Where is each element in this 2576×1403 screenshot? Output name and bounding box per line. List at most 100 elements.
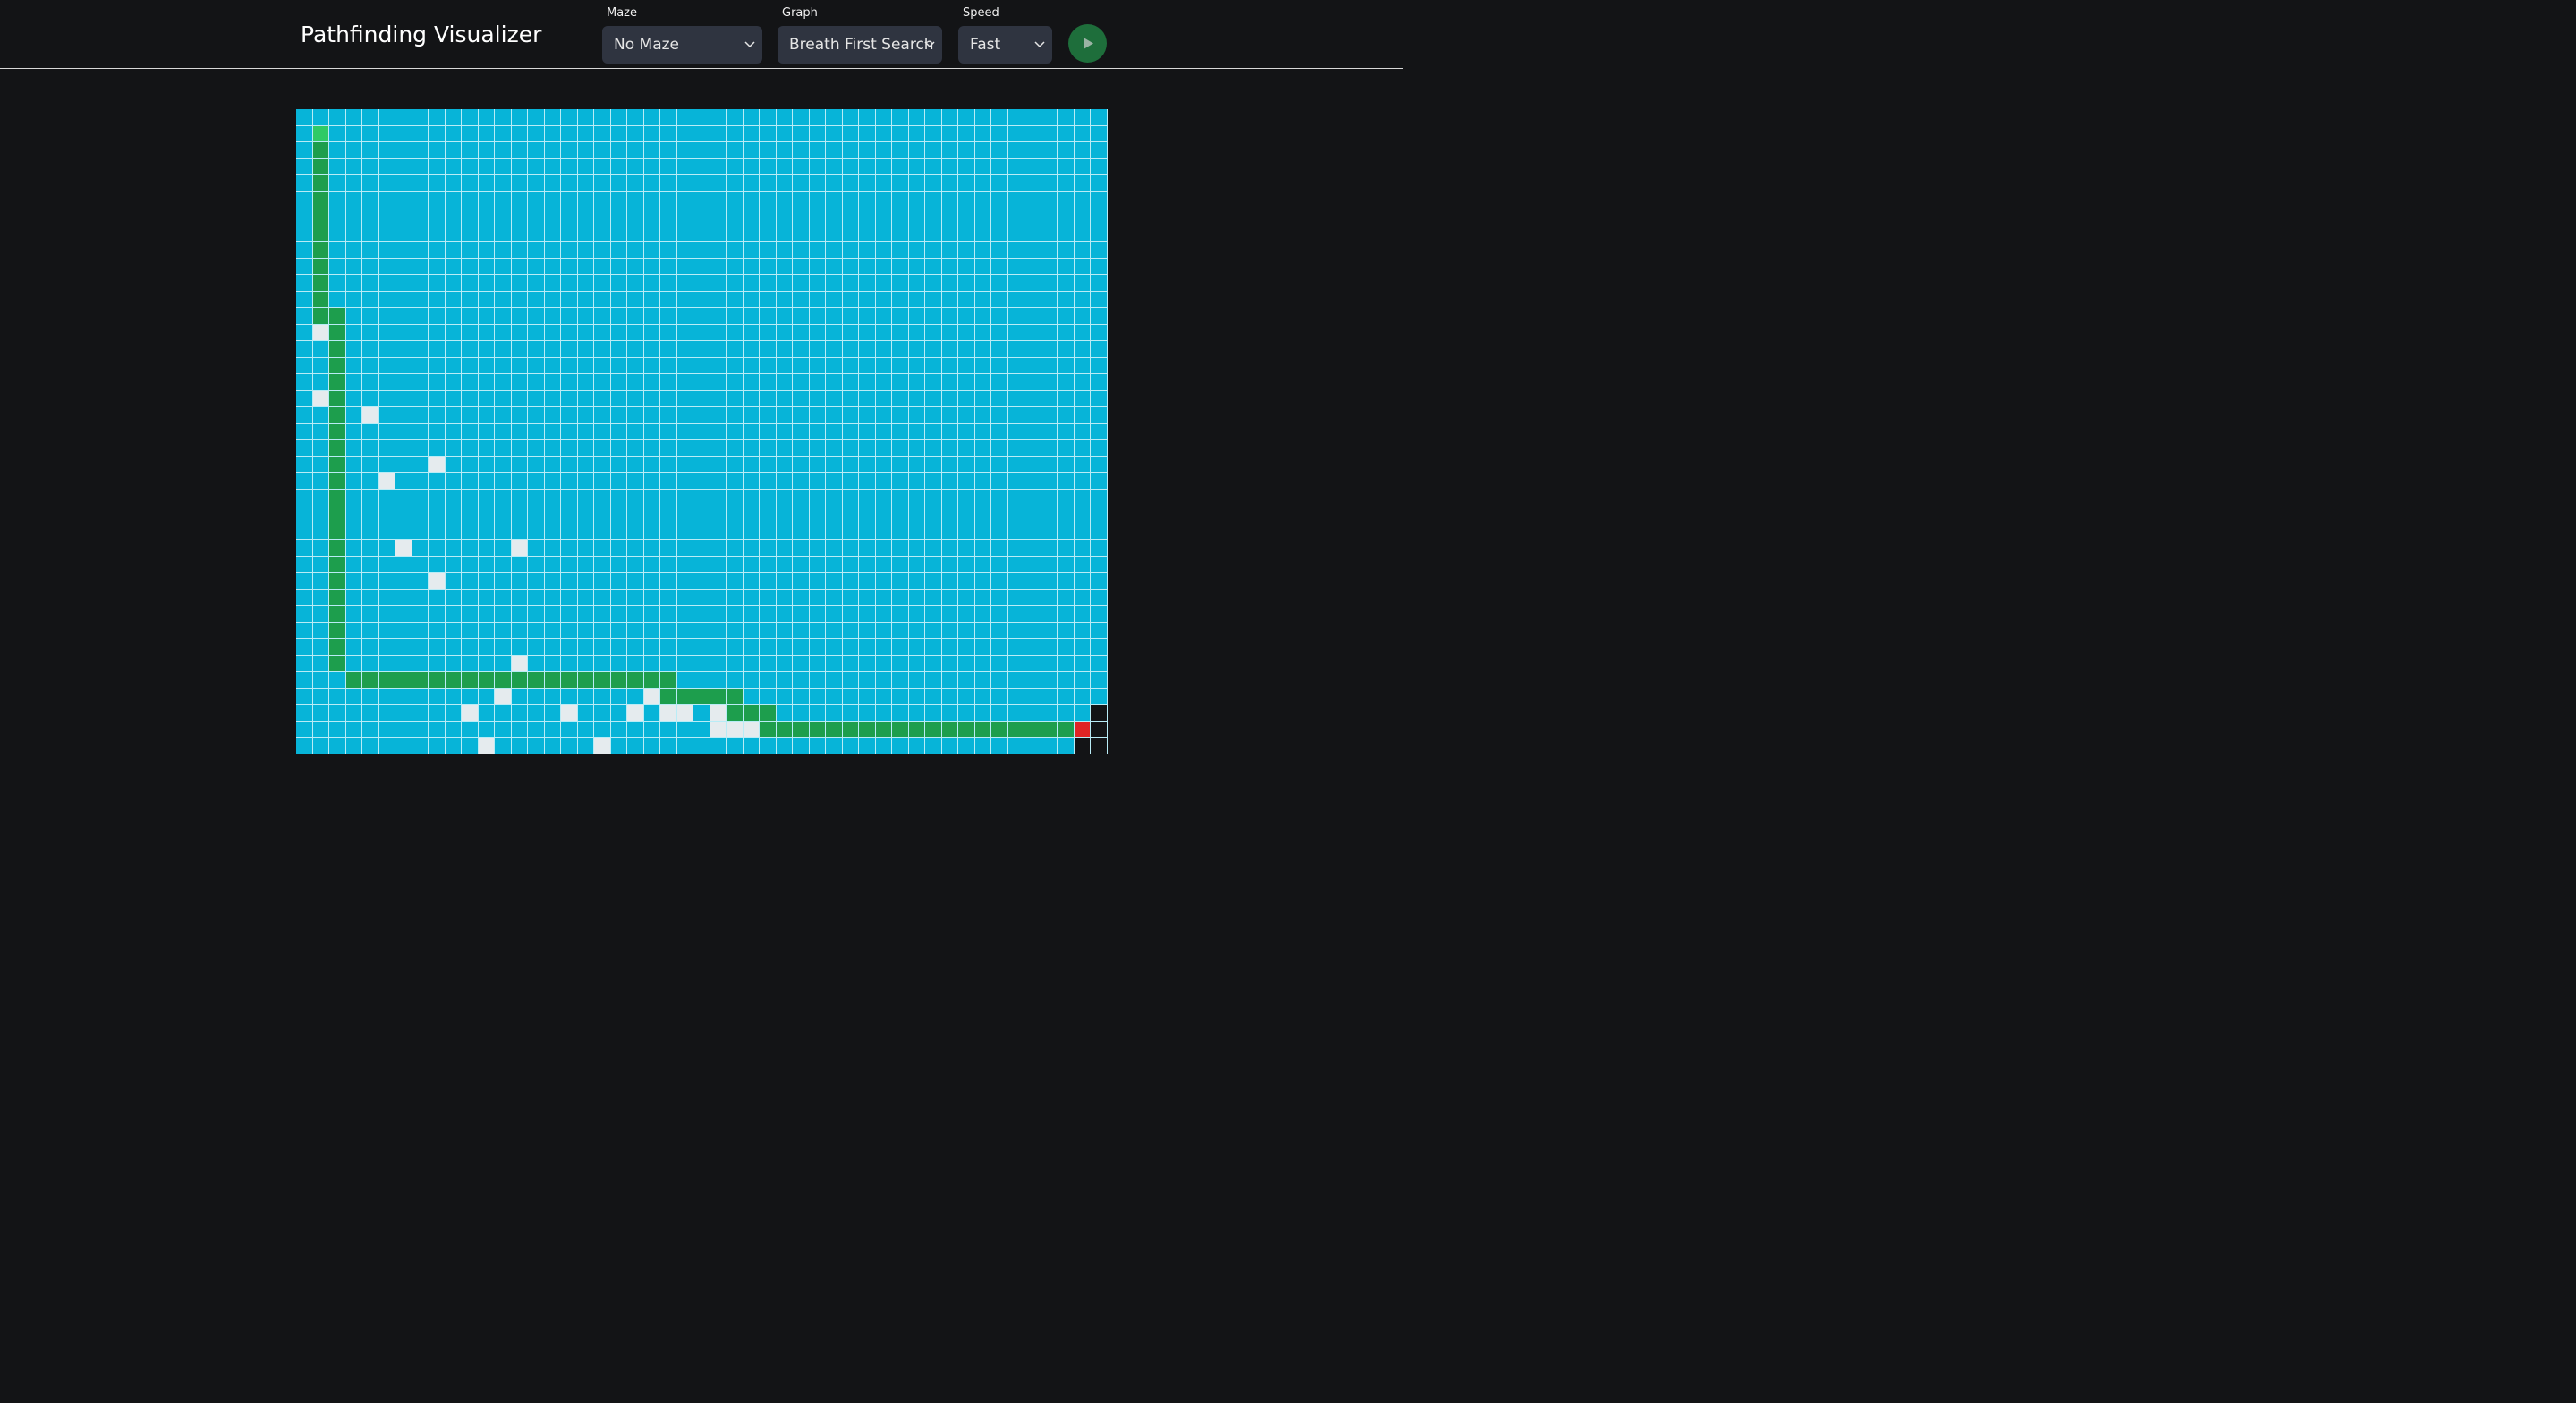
grid-cell[interactable] — [296, 109, 313, 126]
grid-cell[interactable] — [958, 672, 975, 689]
grid-cell[interactable] — [941, 258, 958, 275]
grid-cell[interactable] — [842, 175, 859, 192]
grid-cell[interactable] — [859, 109, 876, 126]
grid-cell[interactable] — [345, 688, 362, 705]
grid-cell[interactable] — [676, 390, 693, 407]
grid-cell[interactable] — [1041, 606, 1058, 623]
grid-cell[interactable] — [643, 374, 660, 391]
grid-cell[interactable] — [511, 125, 528, 142]
highlighted-cell[interactable] — [660, 705, 677, 722]
grid-cell[interactable] — [528, 142, 545, 159]
grid-cell[interactable] — [1091, 357, 1108, 374]
grid-cell[interactable] — [495, 540, 512, 557]
grid-cell[interactable] — [577, 374, 594, 391]
grid-cell[interactable] — [610, 589, 627, 606]
grid-cell[interactable] — [743, 357, 760, 374]
grid-cell[interactable] — [429, 142, 446, 159]
grid-cell[interactable] — [627, 556, 644, 573]
grid-cell[interactable] — [660, 308, 677, 325]
grid-cell[interactable] — [345, 142, 362, 159]
grid-cell[interactable] — [892, 456, 909, 473]
grid-cell[interactable] — [643, 357, 660, 374]
grid-cell[interactable] — [941, 341, 958, 358]
grid-cell[interactable] — [610, 639, 627, 656]
grid-cell[interactable] — [809, 540, 826, 557]
grid-cell[interactable] — [875, 308, 892, 325]
grid-cell[interactable] — [643, 639, 660, 656]
grid-cell[interactable] — [610, 225, 627, 242]
grid-cell[interactable] — [577, 573, 594, 590]
grid-cell[interactable] — [676, 357, 693, 374]
grid-cell[interactable] — [1091, 158, 1108, 175]
grid-cell[interactable] — [627, 225, 644, 242]
grid-cell[interactable] — [495, 573, 512, 590]
grid-cell[interactable] — [462, 573, 479, 590]
grid-cell[interactable] — [941, 688, 958, 705]
grid-cell[interactable] — [941, 639, 958, 656]
grid-cell[interactable] — [478, 540, 495, 557]
grid-cell[interactable] — [412, 208, 429, 225]
grid-cell[interactable] — [1007, 142, 1024, 159]
grid-cell[interactable] — [859, 672, 876, 689]
grid-cell[interactable] — [429, 175, 446, 192]
grid-cell[interactable] — [594, 606, 611, 623]
grid-cell[interactable] — [495, 556, 512, 573]
grid-cell[interactable] — [412, 506, 429, 523]
grid-cell[interactable] — [511, 341, 528, 358]
grid-cell[interactable] — [660, 606, 677, 623]
grid-cell[interactable] — [378, 275, 395, 292]
grid-cell[interactable] — [859, 540, 876, 557]
grid-cell[interactable] — [594, 688, 611, 705]
grid-cell[interactable] — [793, 175, 810, 192]
highlighted-cell[interactable] — [429, 456, 446, 473]
grid-cell[interactable] — [842, 456, 859, 473]
grid-cell[interactable] — [362, 540, 379, 557]
grid-cell[interactable] — [826, 688, 843, 705]
grid-cell[interactable] — [412, 390, 429, 407]
grid-cell[interactable] — [462, 324, 479, 341]
grid-cell[interactable] — [345, 158, 362, 175]
grid-cell[interactable] — [561, 142, 578, 159]
grid-cell[interactable] — [760, 308, 777, 325]
grid-cell[interactable] — [925, 291, 942, 308]
grid-cell[interactable] — [793, 606, 810, 623]
grid-cell[interactable] — [842, 606, 859, 623]
grid-cell[interactable] — [1041, 308, 1058, 325]
grid-cell[interactable] — [495, 639, 512, 656]
grid-cell[interactable] — [693, 291, 710, 308]
grid-cell[interactable] — [412, 275, 429, 292]
grid-cell[interactable] — [478, 142, 495, 159]
grid-cell[interactable] — [809, 390, 826, 407]
grid-cell[interactable] — [941, 175, 958, 192]
grid-cell[interactable] — [610, 540, 627, 557]
grid-cell[interactable] — [727, 158, 744, 175]
grid-cell[interactable] — [776, 556, 793, 573]
grid-cell[interactable] — [643, 738, 660, 754]
grid-cell[interactable] — [544, 225, 561, 242]
path-cell[interactable] — [312, 242, 329, 259]
grid-cell[interactable] — [660, 208, 677, 225]
grid-cell[interactable] — [727, 390, 744, 407]
grid-cell[interactable] — [429, 556, 446, 573]
grid-cell[interactable] — [875, 573, 892, 590]
grid-cell[interactable] — [1007, 109, 1024, 126]
grid-cell[interactable] — [495, 721, 512, 738]
grid-cell[interactable] — [793, 523, 810, 540]
grid-cell[interactable] — [412, 540, 429, 557]
grid-cell[interactable] — [809, 473, 826, 490]
grid-cell[interactable] — [296, 275, 313, 292]
grid-cell[interactable] — [925, 672, 942, 689]
grid-cell[interactable] — [445, 142, 462, 159]
grid-cell[interactable] — [727, 275, 744, 292]
path-cell[interactable] — [1041, 721, 1058, 738]
wall-cell[interactable] — [1074, 738, 1091, 754]
grid-cell[interactable] — [1091, 225, 1108, 242]
grid-cell[interactable] — [760, 506, 777, 523]
grid-cell[interactable] — [958, 506, 975, 523]
grid-cell[interactable] — [660, 506, 677, 523]
grid-cell[interactable] — [727, 324, 744, 341]
grid-cell[interactable] — [544, 540, 561, 557]
grid-cell[interactable] — [727, 672, 744, 689]
grid-cell[interactable] — [594, 506, 611, 523]
grid-cell[interactable] — [544, 655, 561, 672]
